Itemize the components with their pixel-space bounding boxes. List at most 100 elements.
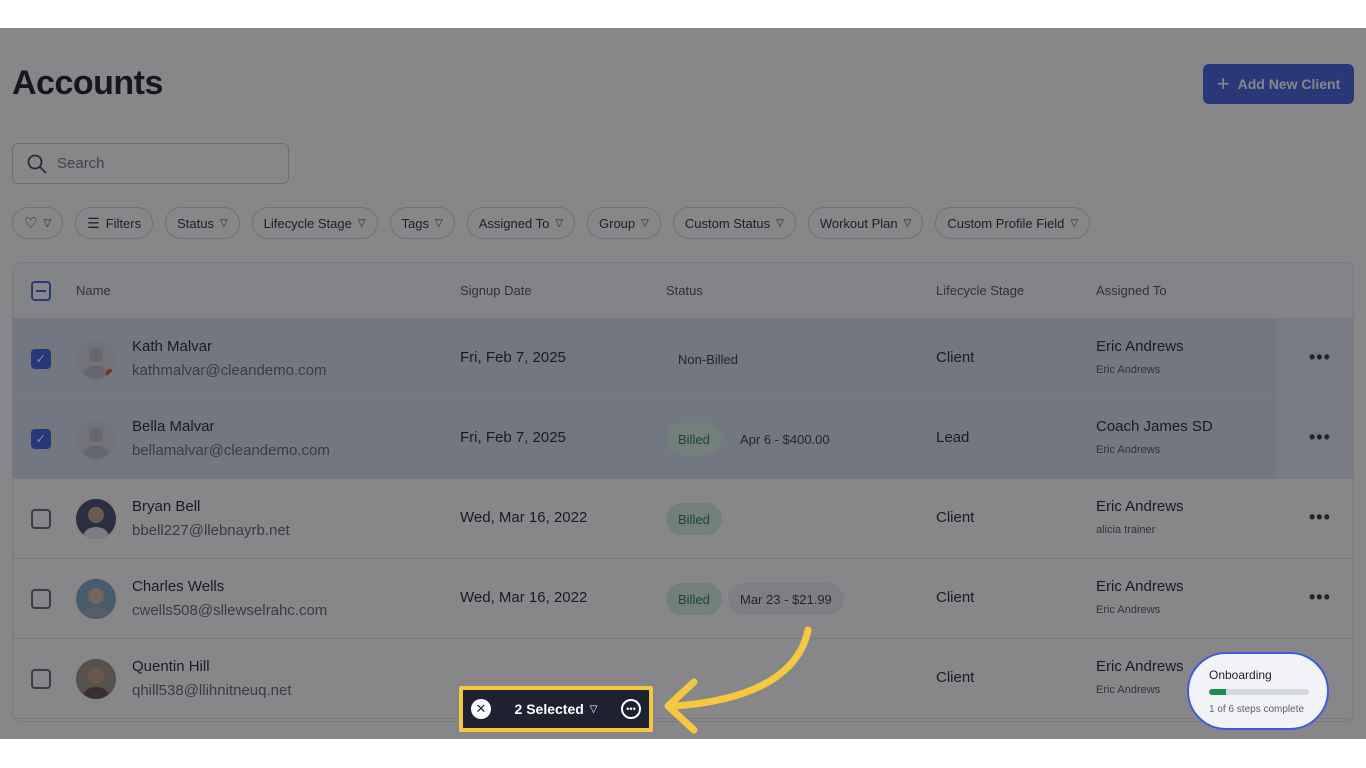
column-lifecycle-stage[interactable]: Lifecycle Stage bbox=[936, 283, 1024, 298]
avatar bbox=[76, 499, 116, 539]
search-input[interactable] bbox=[57, 155, 257, 172]
status-badge: Billed bbox=[666, 503, 722, 535]
plus-icon: + bbox=[1216, 71, 1230, 96]
workout-plan-filter[interactable]: Workout Plan ▽ bbox=[807, 207, 924, 239]
group-filter-label: Group bbox=[599, 215, 636, 231]
table-row[interactable]: ✓ Bella Malvar bellamalvar@cleandemo.com… bbox=[13, 399, 1353, 479]
custom-status-filter[interactable]: Custom Status ▽ bbox=[672, 207, 796, 239]
favorites-filter[interactable]: ♡ ▽ bbox=[12, 207, 64, 239]
row-checkbox[interactable]: ✓ bbox=[31, 429, 51, 449]
client-name[interactable]: Bryan Bell bbox=[132, 498, 200, 515]
tags-filter[interactable]: Tags ▽ bbox=[389, 207, 455, 239]
lifecycle-stage: Client bbox=[936, 349, 975, 366]
row-highlight bbox=[13, 319, 1275, 398]
group-filter[interactable]: Group ▽ bbox=[587, 207, 661, 239]
filter-lines-icon: ☰ bbox=[87, 214, 100, 231]
assigned-sub: Eric Andrews bbox=[1096, 444, 1161, 456]
signup-date: Wed, Mar 16, 2022 bbox=[460, 589, 588, 606]
status-badge: Billed bbox=[666, 583, 722, 615]
row-checkbox[interactable] bbox=[31, 509, 51, 529]
status-badge: Non-Billed bbox=[678, 351, 738, 367]
selected-count-dropdown[interactable]: 2 Selected ▽ bbox=[515, 701, 598, 717]
column-status[interactable]: Status bbox=[666, 283, 703, 298]
client-name[interactable]: Bella Malvar bbox=[132, 418, 215, 435]
chevron-down-icon: ▽ bbox=[776, 217, 784, 229]
custom-status-filter-label: Custom Status bbox=[684, 215, 771, 231]
page-title: Accounts bbox=[12, 64, 163, 102]
avatar bbox=[76, 659, 116, 699]
assigned-to-filter[interactable]: Assigned To ▽ bbox=[466, 207, 576, 239]
custom-profile-field-filter-label: Custom Profile Field bbox=[947, 215, 1065, 231]
assigned-coach: Coach James SD bbox=[1096, 418, 1213, 435]
client-name[interactable]: Charles Wells bbox=[132, 578, 224, 595]
chevron-down-icon: ▽ bbox=[43, 217, 52, 229]
column-name[interactable]: Name bbox=[76, 283, 111, 298]
row-more-icon[interactable]: ••• bbox=[1309, 507, 1331, 528]
add-new-client-label: Add New Client bbox=[1237, 76, 1341, 92]
custom-profile-field-filter[interactable]: Custom Profile Field ▽ bbox=[935, 207, 1091, 239]
assigned-sub: alicia trainer bbox=[1096, 524, 1156, 536]
lifecycle-stage-filter[interactable]: Lifecycle Stage ▽ bbox=[251, 207, 378, 239]
assigned-coach: Eric Andrews bbox=[1096, 658, 1184, 675]
client-name[interactable]: Quentin Hill bbox=[132, 658, 210, 675]
lifecycle-stage: Client bbox=[936, 669, 975, 686]
search-icon bbox=[27, 154, 47, 173]
row-checkbox[interactable] bbox=[31, 589, 51, 609]
row-more-icon[interactable]: ••• bbox=[1309, 427, 1331, 448]
row-more-icon[interactable]: ••• bbox=[1309, 347, 1331, 368]
billing-info: Apr 6 - $400.00 bbox=[740, 431, 830, 447]
client-email: bbell227@llebnayrb.net bbox=[132, 522, 290, 539]
tags-filter-label: Tags bbox=[401, 215, 430, 231]
filter-bar: ♡ ▽ ☰ Filters Status ▽ Lifecycle Stage ▽ T… bbox=[12, 207, 1091, 239]
heart-icon: ♡ bbox=[24, 215, 38, 232]
chevron-down-icon: ▽ bbox=[219, 217, 228, 229]
table-header: Name Signup Date Status Lifecycle Stage … bbox=[13, 263, 1353, 319]
avatar bbox=[76, 579, 116, 619]
status-filter-label: Status bbox=[177, 215, 214, 231]
assigned-sub: Eric Andrews bbox=[1096, 364, 1161, 376]
column-assigned-to[interactable]: Assigned To bbox=[1096, 283, 1167, 298]
status-badge: Billed bbox=[666, 423, 722, 455]
onboarding-title: Onboarding bbox=[1209, 668, 1272, 682]
lifecycle-stage: Client bbox=[936, 509, 975, 526]
select-all-checkbox[interactable] bbox=[31, 281, 51, 301]
workout-plan-filter-label: Workout Plan bbox=[819, 215, 898, 231]
client-name[interactable]: Kath Malvar bbox=[132, 338, 212, 355]
chevron-down-icon: ▽ bbox=[589, 703, 598, 715]
row-checkbox[interactable] bbox=[31, 669, 51, 689]
table-row[interactable]: ✓ Kath Malvar kathmalvar@cleandemo.com F… bbox=[13, 319, 1353, 399]
avatar bbox=[76, 339, 116, 379]
lifecycle-stage: Lead bbox=[936, 429, 970, 446]
column-signup-date[interactable]: Signup Date bbox=[460, 283, 532, 298]
bulk-more-icon[interactable]: ••• bbox=[621, 699, 641, 719]
assigned-coach: Eric Andrews bbox=[1096, 338, 1184, 355]
chevron-down-icon: ▽ bbox=[1070, 217, 1079, 229]
assigned-sub: Eric Andrews bbox=[1096, 684, 1161, 696]
status-dot bbox=[106, 369, 114, 377]
assigned-coach: Eric Andrews bbox=[1096, 578, 1184, 595]
row-checkbox[interactable]: ✓ bbox=[31, 349, 51, 369]
client-email: kathmalvar@cleandemo.com bbox=[132, 362, 327, 379]
selected-count-label: 2 Selected bbox=[514, 701, 584, 717]
callout-arrow-icon bbox=[664, 626, 812, 734]
bulk-action-bar[interactable]: ✕ 2 Selected ▽ ••• bbox=[459, 686, 653, 732]
filters-button[interactable]: ☰ Filters bbox=[75, 207, 154, 239]
filters-label: Filters bbox=[105, 215, 142, 231]
row-more-icon[interactable]: ••• bbox=[1309, 587, 1331, 608]
signup-date: Fri, Feb 7, 2025 bbox=[460, 349, 566, 366]
profile-photo bbox=[76, 579, 116, 619]
table-row[interactable]: Bryan Bell bbell227@llebnayrb.net Wed, M… bbox=[13, 479, 1353, 559]
screen: Accounts + Add New Client ♡ ▽ ☰ Filters … bbox=[0, 0, 1366, 768]
onboarding-widget[interactable]: Onboarding 1 of 6 steps complete bbox=[1187, 652, 1329, 730]
onboarding-progress-fill bbox=[1209, 689, 1226, 695]
assigned-sub: Eric Andrews bbox=[1096, 604, 1161, 616]
row-highlight bbox=[13, 399, 1275, 478]
search-box[interactable] bbox=[12, 143, 289, 184]
signup-date: Wed, Mar 16, 2022 bbox=[460, 509, 588, 526]
chevron-down-icon: ▽ bbox=[357, 217, 366, 229]
add-new-client-button[interactable]: + Add New Client bbox=[1203, 64, 1354, 104]
status-filter[interactable]: Status ▽ bbox=[165, 207, 240, 239]
profile-photo bbox=[76, 659, 116, 699]
clear-selection-icon[interactable]: ✕ bbox=[471, 699, 491, 719]
assigned-to-filter-label: Assigned To bbox=[478, 215, 550, 231]
